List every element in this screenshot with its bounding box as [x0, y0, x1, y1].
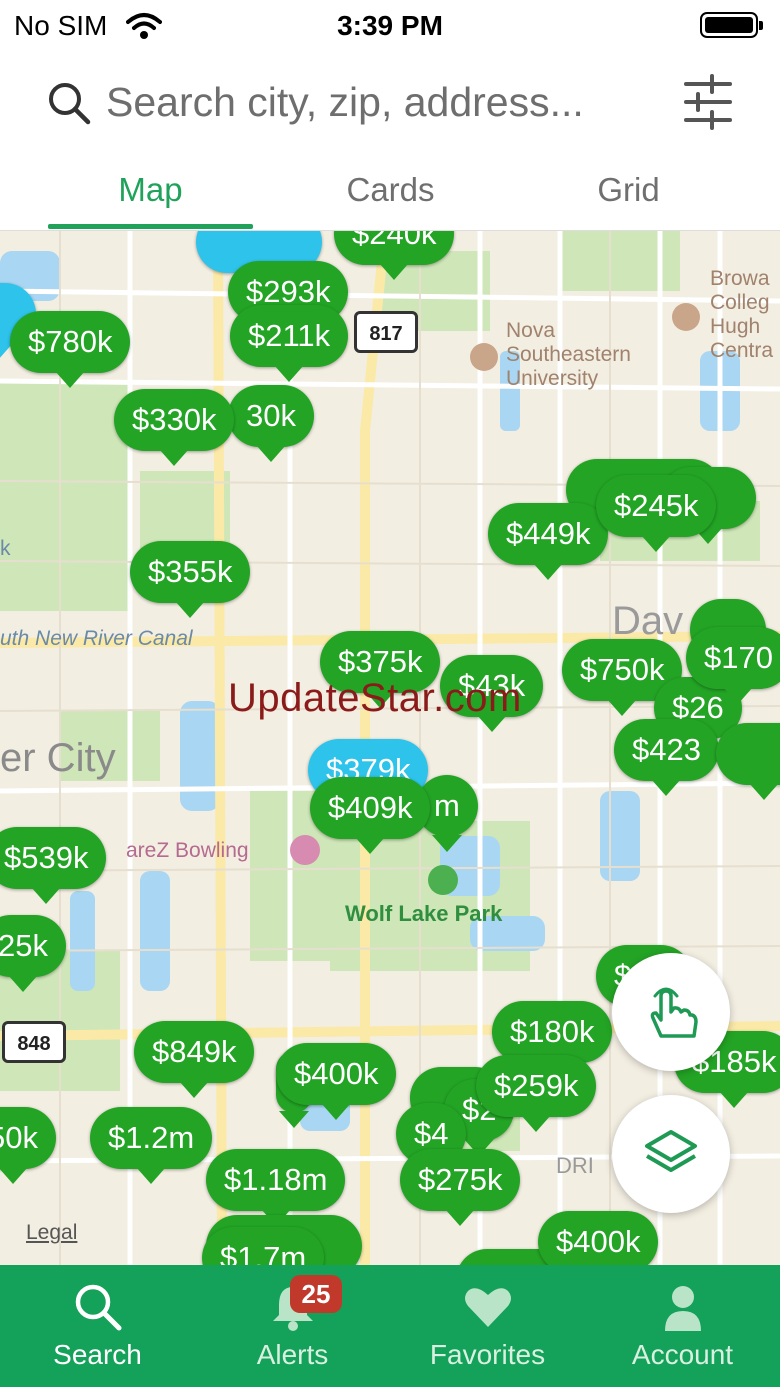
price-pin[interactable]: $259k	[476, 1055, 597, 1132]
poi-broward-college: Browa Colleg Hugh Centra	[710, 267, 773, 363]
nav-label: Account	[631, 1339, 734, 1370]
poi-bowling: areZ Bowling	[126, 839, 249, 862]
price-pin[interactable]: $180k	[492, 1001, 613, 1078]
poi-line: Centra	[710, 339, 774, 362]
poi-line: Hugh	[710, 315, 761, 338]
watermark: UpdateStar.com	[228, 676, 522, 720]
nav-label: Alerts	[256, 1339, 329, 1370]
price-pin[interactable]: $245k	[596, 475, 717, 552]
price-pin[interactable]: 30k	[228, 385, 314, 462]
map-view[interactable]: Nova Southeastern University Browa Colle…	[0, 231, 780, 1265]
price-pin[interactable]: $409k	[310, 777, 431, 854]
price-pin[interactable]: $240k	[334, 231, 455, 280]
bottom-nav: Search Alerts Favorites Account	[0, 1265, 780, 1387]
graduation-cap-icon	[470, 343, 498, 371]
nav-search[interactable]: Search	[0, 1265, 195, 1387]
nav-account[interactable]: Account	[585, 1265, 780, 1387]
price-pin[interactable]: $355k	[130, 541, 251, 618]
layers-icon	[645, 1130, 697, 1172]
price-pin[interactable]: $275k	[400, 1149, 521, 1226]
price-pin[interactable]: $211k	[230, 305, 349, 382]
price-pin[interactable]: $1.7m	[202, 1227, 325, 1265]
price-pin[interactable]: $1.18m	[206, 1149, 346, 1226]
canal-label: uth New River Canal	[0, 627, 193, 650]
nav-favorites[interactable]: Favorites	[390, 1265, 585, 1387]
price-pin[interactable]: $400k	[276, 1043, 397, 1120]
tree-icon	[428, 865, 458, 895]
status-bar: No SIM 3:39 PM	[0, 0, 780, 52]
price-pin[interactable]: $330k	[114, 389, 235, 466]
price-pin[interactable]: $170	[686, 627, 780, 704]
search-bar	[0, 52, 780, 152]
heart-icon	[465, 1288, 511, 1327]
map-layers-button[interactable]	[612, 1095, 730, 1213]
route-848-shield: 848	[2, 1021, 66, 1063]
draw-search-button[interactable]	[612, 953, 730, 1071]
clock: 3:39 PM	[337, 10, 443, 41]
view-tabs: Map Cards Grid	[0, 152, 780, 231]
poi-line: Browa	[710, 267, 770, 290]
city-label-dav: Dav	[612, 599, 684, 643]
price-pin[interactable]: 25k	[0, 915, 66, 992]
nav-label: Favorites	[429, 1339, 546, 1370]
price-pin[interactable]: $539k	[0, 827, 107, 904]
poi-line: University	[506, 367, 599, 390]
hand-tap-icon	[650, 987, 698, 1038]
poi-line: Nova	[506, 319, 556, 342]
search-icon[interactable]	[46, 80, 92, 131]
search-icon	[75, 1284, 122, 1331]
bowling-icon	[290, 835, 320, 865]
price-pin[interactable]: $449k	[488, 503, 609, 580]
nav-label: Search	[53, 1339, 142, 1370]
route-817-shield: 817	[354, 311, 418, 353]
price-pin[interactable]	[716, 723, 780, 800]
price-pin[interactable]: $849k	[134, 1021, 255, 1098]
poi-line: Southeastern	[506, 343, 631, 366]
price-pin[interactable]: $1.2m	[90, 1107, 213, 1184]
filter-sliders-icon[interactable]	[682, 74, 734, 130]
graduation-cap-icon	[672, 303, 700, 331]
tab-cards[interactable]: Cards	[288, 152, 493, 230]
poi-nova-university: Nova Southeastern University	[506, 319, 631, 391]
price-pin[interactable]: $400k	[538, 1211, 659, 1265]
price-pin[interactable]: $423	[614, 719, 719, 796]
battery-icon	[700, 12, 763, 38]
price-pin[interactable]: $780k	[10, 311, 131, 388]
legal-link[interactable]: Legal	[26, 1221, 77, 1245]
park-label: Wolf Lake Park	[345, 901, 503, 926]
active-tab-indicator	[48, 224, 253, 229]
search-input[interactable]	[106, 74, 666, 130]
poi-line: Colleg	[710, 291, 770, 314]
alerts-badge: 25	[290, 1275, 342, 1313]
road-label-dri: DRI	[556, 1153, 594, 1178]
city-label: er City	[0, 736, 116, 780]
tab-map[interactable]: Map	[48, 152, 253, 230]
person-icon	[665, 1286, 701, 1331]
tab-grid[interactable]: Grid	[526, 152, 731, 230]
map-label-k: k	[0, 537, 11, 560]
